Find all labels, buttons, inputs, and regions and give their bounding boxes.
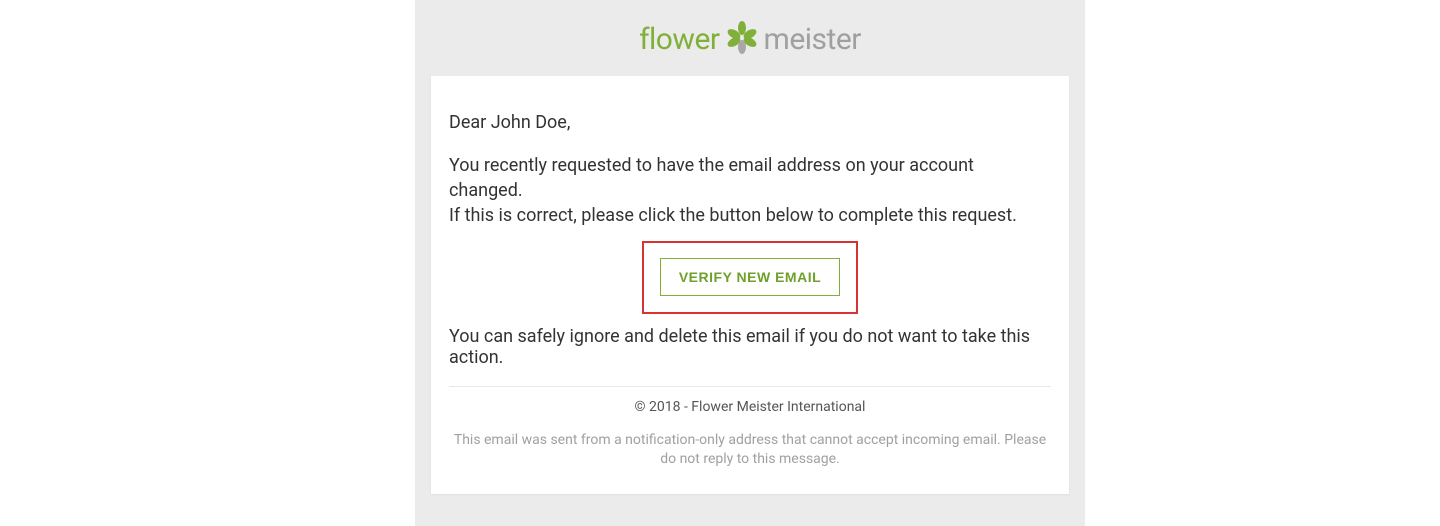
logo-text-part1: flower bbox=[639, 22, 719, 57]
flower-icon bbox=[724, 20, 760, 58]
divider bbox=[449, 386, 1051, 387]
email-header: flower meister bbox=[415, 0, 1085, 76]
email-container: flower meister Dear John bbox=[415, 0, 1085, 526]
email-content-card: Dear John Doe, You recently requested to… bbox=[431, 76, 1069, 494]
ignore-message: You can safely ignore and delete this em… bbox=[449, 326, 1051, 368]
logo: flower meister bbox=[639, 20, 861, 58]
message-line-2: If this is correct, please click the but… bbox=[449, 203, 1051, 228]
logo-text-part2: meister bbox=[764, 22, 861, 57]
message-line-1: You recently requested to have the email… bbox=[449, 153, 1051, 203]
disclaimer-text: This email was sent from a notification-… bbox=[449, 431, 1051, 470]
button-wrapper: VERIFY NEW EMAIL bbox=[449, 229, 1051, 326]
verify-email-button[interactable]: VERIFY NEW EMAIL bbox=[660, 258, 840, 296]
greeting-text: Dear John Doe, bbox=[449, 112, 1051, 133]
copyright-text: © 2018 - Flower Meister International bbox=[449, 399, 1051, 415]
button-highlight-box: VERIFY NEW EMAIL bbox=[642, 241, 858, 314]
